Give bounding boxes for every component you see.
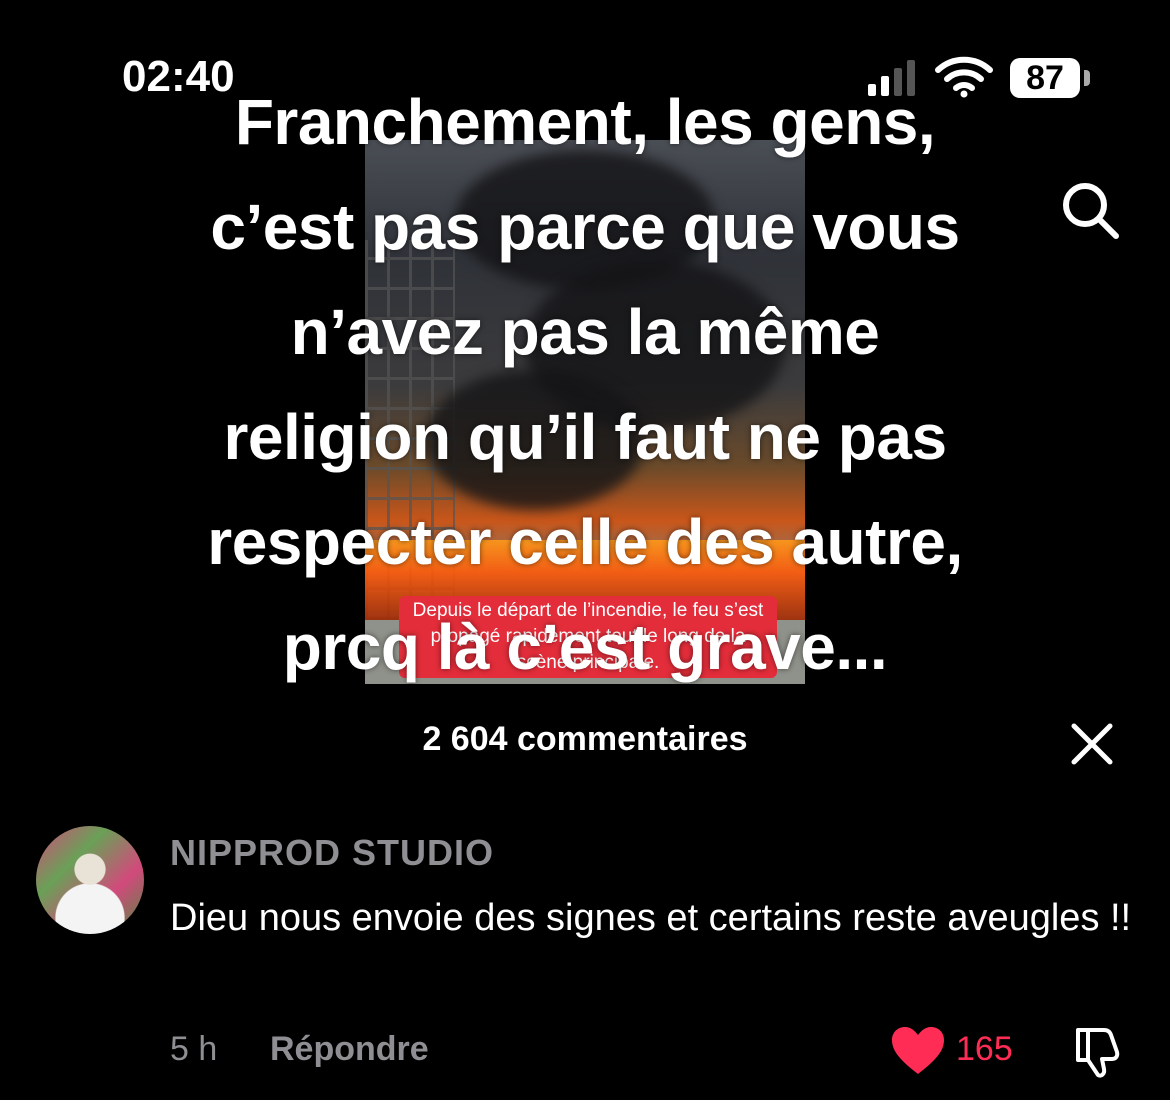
overlay-line: religion qu’il faut ne pas (223, 401, 947, 473)
like-count: 165 (956, 1030, 1013, 1068)
status-time: 02:40 (122, 52, 235, 101)
comments-count: 2 604 commentaires (422, 720, 748, 758)
dislike-icon[interactable] (1070, 1024, 1126, 1080)
signal-icon (868, 60, 915, 96)
battery-icon: 87 (1010, 58, 1080, 98)
overlay-quote: Franchement, les gens, c’est pas parce q… (0, 70, 1170, 700)
wifi-icon (935, 56, 993, 98)
close-icon[interactable] (1068, 720, 1116, 768)
battery-tip (1084, 70, 1090, 86)
overlay-line: c’est pas parce que vous (210, 191, 960, 263)
comment-author[interactable]: NIPPROD STUDIO (170, 832, 494, 874)
comment-time: 5 h (170, 1030, 218, 1068)
comment-text: Dieu nous envoie des signes et certains … (170, 897, 1132, 939)
overlay-line: n’avez pas la même (290, 296, 880, 368)
battery-level: 87 (1026, 58, 1064, 97)
overlay-line: prcq là c’est grave... (282, 611, 888, 683)
reply-button[interactable]: Répondre (270, 1030, 429, 1069)
heart-icon[interactable] (890, 1026, 946, 1076)
avatar[interactable] (36, 826, 144, 934)
search-icon[interactable] (1058, 178, 1122, 242)
overlay-line: respecter celle des autre, (207, 506, 963, 578)
